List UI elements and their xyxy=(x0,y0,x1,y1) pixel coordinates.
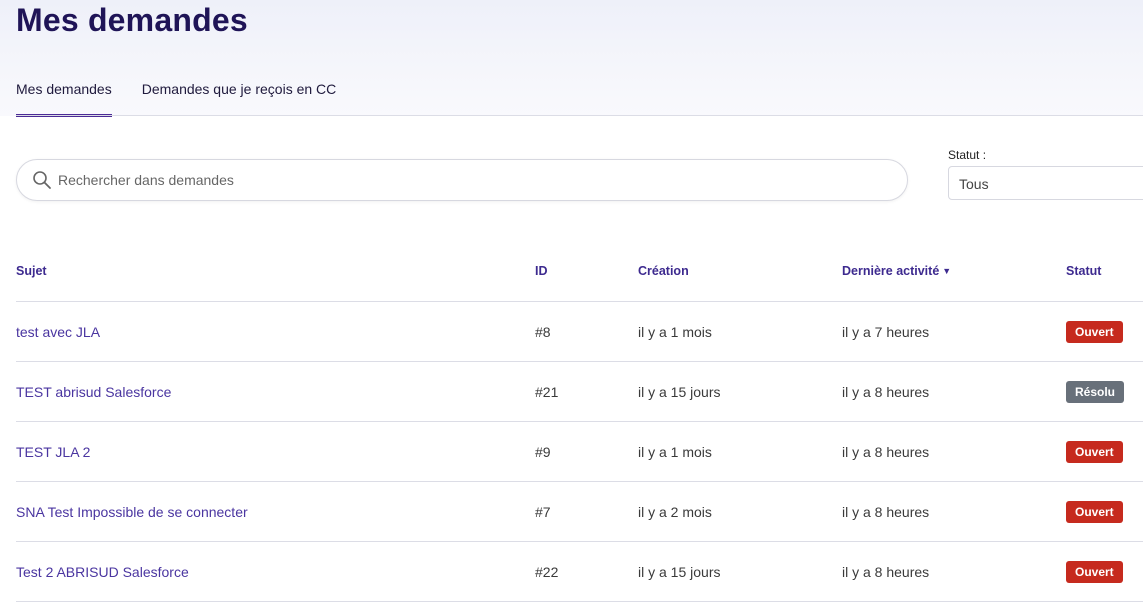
tab-my-requests[interactable]: Mes demandes xyxy=(16,70,112,117)
search-box[interactable] xyxy=(16,159,908,201)
tabs-divider xyxy=(16,115,1143,116)
tab-cc-requests[interactable]: Demandes que je reçois en CC xyxy=(142,70,337,116)
status-badge: Ouvert xyxy=(1066,440,1123,463)
request-created: il y a 2 mois xyxy=(638,481,842,542)
column-header-status[interactable]: Statut xyxy=(1066,240,1143,302)
status-filter-select[interactable]: Tous xyxy=(948,166,1143,200)
table-row: TEST abrisud Salesforce #21 il y a 15 jo… xyxy=(16,361,1143,422)
status-badge: Ouvert xyxy=(1066,320,1123,343)
request-subject-link[interactable]: TEST abrisud Salesforce xyxy=(16,384,171,400)
request-last-activity: il y a 8 heures xyxy=(842,541,1066,602)
request-last-activity: il y a 8 heures xyxy=(842,421,1066,482)
request-subject-link[interactable]: test avec JLA xyxy=(16,324,100,340)
request-id: #8 xyxy=(535,301,638,362)
table-row: TEST JLA 2 #9 il y a 1 mois il y a 8 heu… xyxy=(16,421,1143,482)
column-header-id[interactable]: ID xyxy=(535,240,638,302)
request-subject-link[interactable]: Test 2 ABRISUD Salesforce xyxy=(16,564,189,580)
status-badge: Ouvert xyxy=(1066,500,1123,523)
status-filter-label: Statut : xyxy=(948,148,987,162)
requests-table: Sujet ID Création Dernière activité ▼ Sta… xyxy=(16,240,1143,602)
request-last-activity: il y a 8 heures xyxy=(842,481,1066,542)
column-header-subject[interactable]: Sujet xyxy=(16,240,535,302)
request-created: il y a 1 mois xyxy=(638,421,842,482)
request-id: #22 xyxy=(535,541,638,602)
search-icon xyxy=(32,170,52,190)
request-last-activity: il y a 8 heures xyxy=(842,361,1066,422)
request-id: #21 xyxy=(535,361,638,422)
sort-desc-icon: ▼ xyxy=(942,265,952,276)
request-last-activity: il y a 7 heures xyxy=(842,301,1066,362)
table-row: SNA Test Impossible de se connecter #7 i… xyxy=(16,481,1143,542)
request-subject-link[interactable]: TEST JLA 2 xyxy=(16,444,90,460)
column-header-last-activity[interactable]: Dernière activité ▼ xyxy=(842,240,1066,302)
search-input[interactable] xyxy=(58,172,878,188)
status-badge: Ouvert xyxy=(1066,560,1123,583)
status-badge: Résolu xyxy=(1066,380,1125,403)
request-id: #9 xyxy=(535,421,638,482)
request-created: il y a 15 jours xyxy=(638,361,842,422)
table-row: test avec JLA #8 il y a 1 mois il y a 7 … xyxy=(16,301,1143,362)
request-created: il y a 15 jours xyxy=(638,541,842,602)
page-title: Mes demandes xyxy=(16,2,248,38)
tab-bar: Mes demandes Demandes que je reçois en C… xyxy=(16,70,1143,117)
request-created: il y a 1 mois xyxy=(638,301,842,362)
request-subject-link[interactable]: SNA Test Impossible de se connecter xyxy=(16,504,248,520)
table-row: Test 2 ABRISUD Salesforce #22 il y a 15 … xyxy=(16,541,1143,602)
request-id: #7 xyxy=(535,481,638,542)
status-filter-value: Tous xyxy=(959,176,989,192)
table-header-row: Sujet ID Création Dernière activité ▼ Sta… xyxy=(16,240,1143,302)
column-header-created[interactable]: Création xyxy=(638,240,842,302)
